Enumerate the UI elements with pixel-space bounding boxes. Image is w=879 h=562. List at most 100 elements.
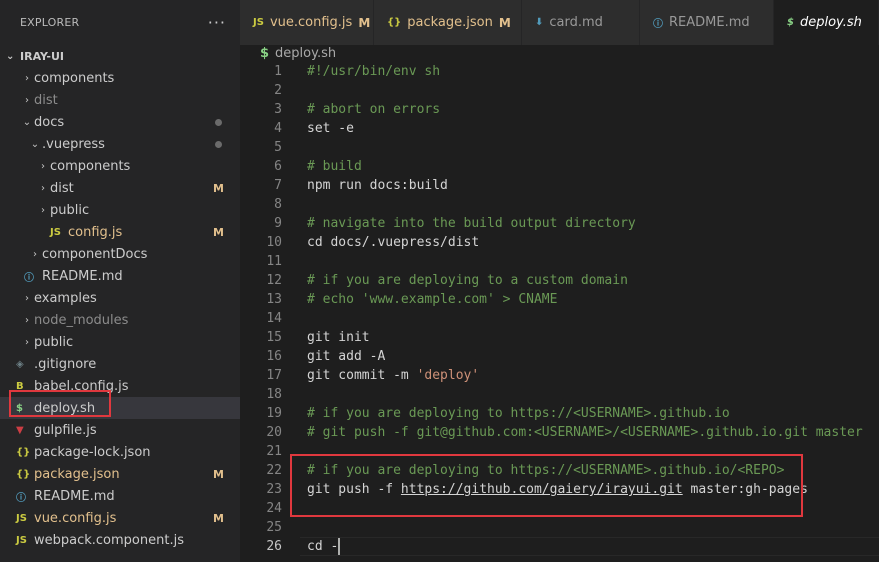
tree-item-label: dist — [34, 92, 58, 108]
file-type-icon: JS — [253, 17, 264, 28]
code-editor[interactable]: 1 #!/usr/bin/env sh 2 3 # abort on errors 4 se… — [240, 62, 879, 562]
breadcrumb[interactable]: $ deploy.sh — [240, 45, 879, 62]
tree-item[interactable]: ⓘ README.md — [0, 485, 240, 507]
file-type-icon: ⬇ — [535, 17, 544, 28]
tree-item-label: vue.config.js — [34, 510, 117, 526]
code-line[interactable]: 14 — [240, 309, 879, 328]
tab-label: README.md — [669, 15, 750, 30]
code-line[interactable]: 18 — [240, 385, 879, 404]
code-line[interactable]: 13 # echo 'www.example.com' > CNAME — [240, 290, 879, 309]
line-number: 17 — [266, 368, 282, 383]
code-line[interactable]: 8 — [240, 195, 879, 214]
tree-item[interactable]: {} package-lock.json — [0, 441, 240, 463]
code-text: #!/usr/bin/env sh — [307, 64, 440, 79]
code-line[interactable]: 3 # abort on errors — [240, 100, 879, 119]
line-number: 24 — [266, 501, 282, 516]
editor-tab[interactable]: ⓘ README.md — [640, 0, 774, 45]
line-number: 11 — [266, 254, 282, 269]
chevron-right-icon: › — [25, 336, 29, 348]
file-type-icon: JS — [16, 534, 27, 546]
chevron-right-icon: › — [25, 94, 29, 106]
tree-item[interactable]: › dist M — [0, 177, 240, 199]
code-line[interactable]: 2 — [240, 81, 879, 100]
code-line[interactable]: 10 cd docs/.vuepress/dist — [240, 233, 879, 252]
tree-item[interactable]: JS config.js M — [0, 221, 240, 243]
tree-item[interactable]: › node_modules — [0, 309, 240, 331]
line-number: 15 — [266, 330, 282, 345]
code-line[interactable]: 16 git add -A — [240, 347, 879, 366]
breadcrumb-file[interactable]: deploy.sh — [275, 46, 336, 61]
code-line[interactable]: 19 # if you are deploying to https://<USE… — [240, 404, 879, 423]
code-token: 'deploy' — [416, 368, 480, 383]
tree-item-label: README.md — [42, 268, 123, 284]
code-line[interactable]: 1 #!/usr/bin/env sh — [240, 62, 879, 81]
line-number: 25 — [266, 520, 282, 535]
tree-item[interactable]: › dist — [0, 89, 240, 111]
line-number: 19 — [266, 406, 282, 421]
editor-tab[interactable]: {} package.json M — [374, 0, 522, 45]
tree-item[interactable]: ⌄ docs — [0, 111, 240, 133]
workspace-root[interactable]: ⌄ IRAY-UI — [0, 45, 240, 67]
tree-item[interactable]: › components — [0, 155, 240, 177]
file-type-icon: $ — [787, 17, 794, 28]
code-text: # navigate into the build output directo… — [307, 216, 636, 231]
editor-tab[interactable]: JS vue.config.js M — [240, 0, 374, 45]
tree-item[interactable]: ▼ gulpfile.js — [0, 419, 240, 441]
code-line[interactable]: 7 npm run docs:build — [240, 176, 879, 195]
code-line[interactable]: 17 git commit -m 'deploy' — [240, 366, 879, 385]
tree-item-label: public — [34, 334, 74, 350]
line-number: 20 — [266, 425, 282, 440]
tree-item-label: package-lock.json — [34, 444, 151, 460]
line-number: 7 — [274, 178, 282, 193]
line-number: 5 — [274, 140, 282, 155]
highlight-box-code — [290, 454, 803, 517]
tab-label: card.md — [549, 15, 603, 30]
git-status-badge: M — [358, 15, 371, 30]
line-number: 8 — [274, 197, 282, 212]
tree-item-label: webpack.component.js — [34, 532, 184, 548]
code-line[interactable]: 5 — [240, 138, 879, 157]
file-type-icon: ⓘ — [24, 272, 34, 284]
line-number: 9 — [274, 216, 282, 231]
code-line[interactable]: 9 # navigate into the build output direct… — [240, 214, 879, 233]
highlight-box-deploy-file — [9, 390, 111, 417]
more-actions-icon[interactable]: ··· — [208, 13, 226, 32]
tree-item[interactable]: › public — [0, 199, 240, 221]
code-text: git commit -m 'deploy' — [307, 368, 479, 383]
chevron-right-icon: › — [25, 72, 29, 84]
tree-item[interactable]: ⌄ .vuepress — [0, 133, 240, 155]
tree-item-label: README.md — [34, 488, 115, 504]
tree-item[interactable]: {} package.json M — [0, 463, 240, 485]
code-line[interactable]: 4 set -e — [240, 119, 879, 138]
code-token: # abort on errors — [307, 102, 441, 117]
editor-tab[interactable]: ⬇ card.md — [522, 0, 640, 45]
code-line[interactable]: 20 # git push -f git@github.com:<USERNAME… — [240, 423, 879, 442]
chevron-down-icon: ⌄ — [22, 116, 32, 128]
line-number: 16 — [266, 349, 282, 364]
tree-item[interactable]: JS vue.config.js M — [0, 507, 240, 529]
code-line[interactable]: 6 # build — [240, 157, 879, 176]
code-line[interactable]: 25 — [240, 518, 879, 537]
tree-item[interactable]: › public — [0, 331, 240, 353]
code-line[interactable]: 15 git init — [240, 328, 879, 347]
tree-item[interactable]: ⓘ README.md — [0, 265, 240, 287]
code-line[interactable]: 11 — [240, 252, 879, 271]
tree-item[interactable]: ◈ .gitignore — [0, 353, 240, 375]
explorer-title: EXPLORER — [20, 16, 80, 29]
code-text: # echo 'www.example.com' > CNAME — [307, 292, 557, 307]
editor-tab[interactable]: $ deploy.sh — [774, 0, 879, 45]
code-token: #!/usr/bin/env sh — [307, 64, 441, 79]
tree-item[interactable]: › components — [0, 67, 240, 89]
code-token: git commit -m — [307, 368, 417, 383]
chevron-down-icon: ⌄ — [30, 138, 40, 150]
tree-item[interactable]: › examples — [0, 287, 240, 309]
tree-item[interactable]: › componentDocs — [0, 243, 240, 265]
code-line[interactable]: 12 # if you are deploying to a custom dom… — [240, 271, 879, 290]
file-type-icon: ◈ — [16, 358, 24, 370]
tree-item-label: components — [50, 158, 131, 174]
code-token: cd docs/.vuepress/dist — [307, 235, 480, 250]
code-text: # abort on errors — [307, 102, 440, 117]
line-number: 3 — [274, 102, 282, 117]
line-number: 1 — [274, 64, 282, 79]
tree-item[interactable]: JS webpack.component.js — [0, 529, 240, 551]
